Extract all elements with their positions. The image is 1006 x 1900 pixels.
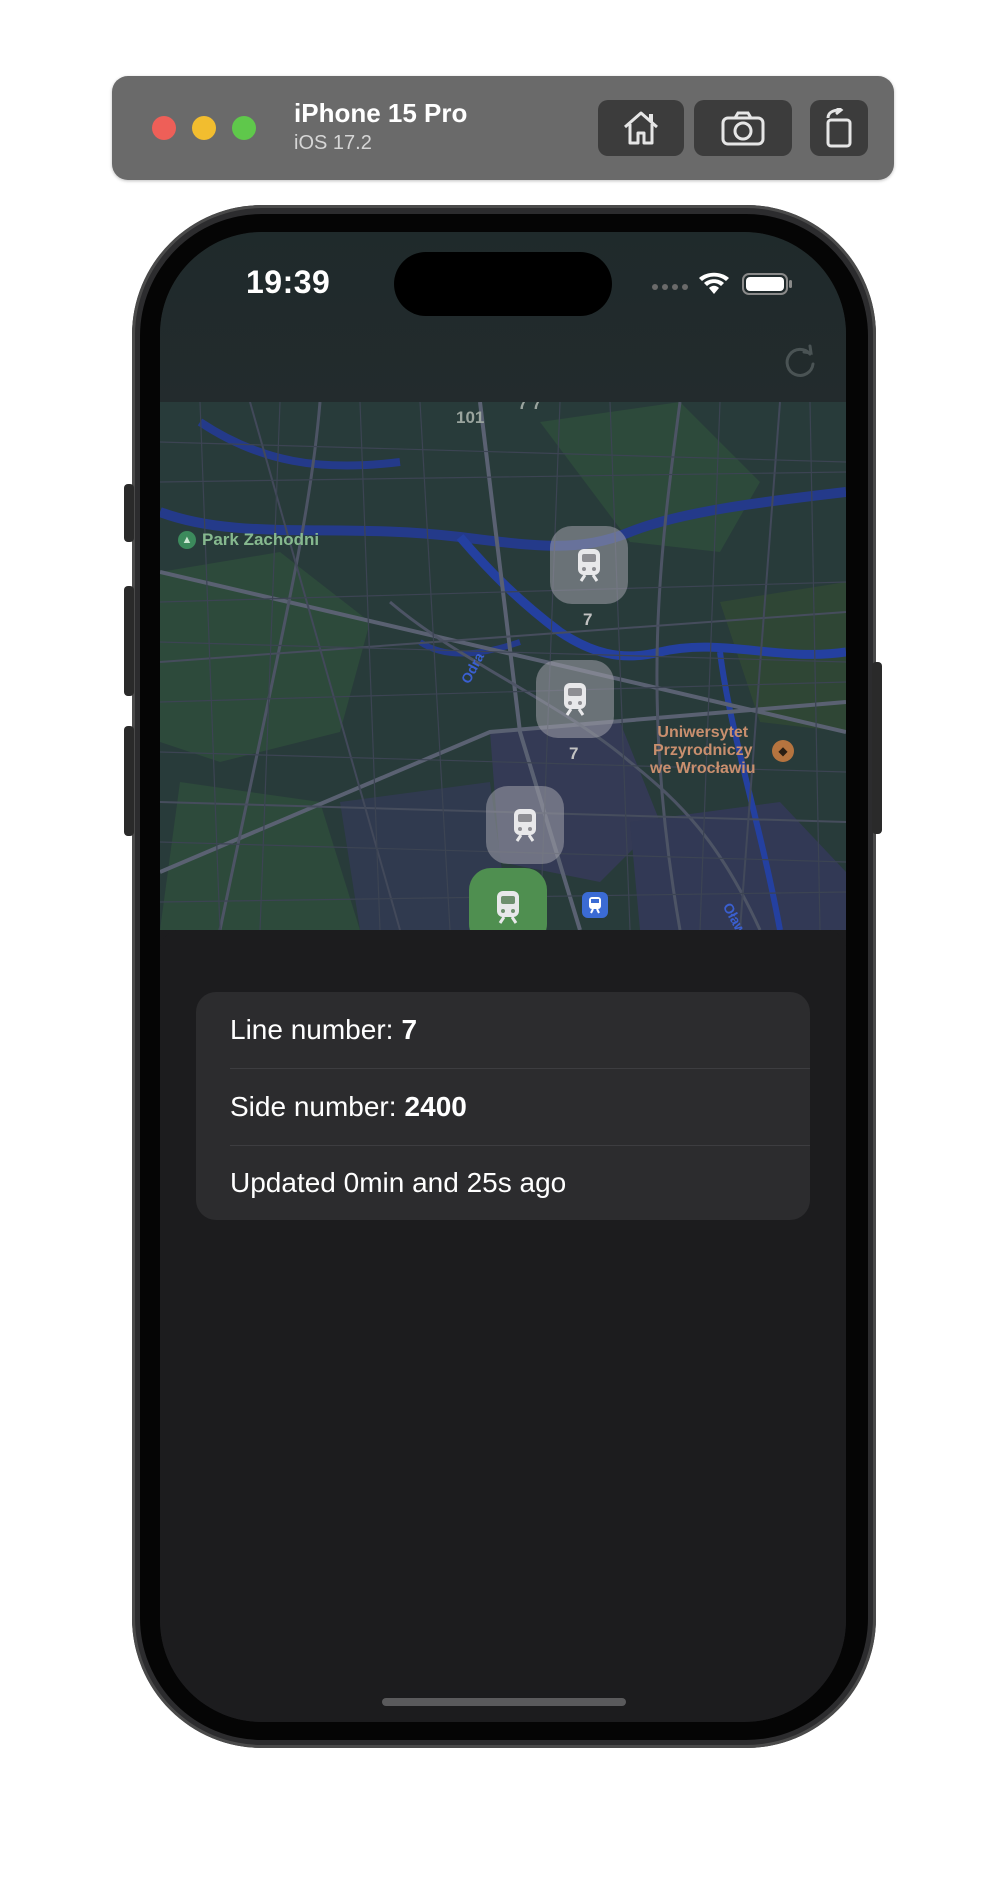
- simulator-toolbar: iPhone 15 Pro iOS 17.2: [112, 76, 894, 180]
- poi-park-zachodni[interactable]: ▲ Park Zachodni: [178, 530, 319, 550]
- vehicle-details-card: Line number: 7 Side number: 2400 Updated…: [196, 992, 810, 1220]
- poi-university[interactable]: Uniwersytet Przyrodniczy we Wrocławiu: [650, 724, 756, 778]
- cellular-signal-icon: [652, 284, 688, 290]
- volume-up-button[interactable]: [124, 586, 134, 696]
- tram-icon: [514, 809, 536, 842]
- updated-text: Updated 0min and 25s ago: [230, 1167, 567, 1198]
- tram-icon: [497, 891, 519, 924]
- line-number-row: Line number: 7: [230, 992, 810, 1068]
- tram-line-label: 7: [583, 610, 593, 629]
- line-number-label: Line number:: [230, 1014, 394, 1045]
- phone-screen: 19:39 101 7 7 Odra Oława ▲ Park Zachodni…: [160, 232, 846, 1722]
- battery-icon: [742, 273, 792, 295]
- dynamic-island: [394, 252, 612, 316]
- simulator-device-name: iPhone 15 Pro: [294, 98, 468, 128]
- train-icon: [589, 897, 601, 914]
- rotate-button[interactable]: [810, 100, 868, 156]
- side-number-row: Side number: 2400: [230, 1069, 810, 1145]
- graduation-cap-icon: ◆: [772, 740, 794, 762]
- status-time: 19:39: [246, 264, 331, 300]
- tram-marker[interactable]: [536, 660, 614, 738]
- simulator-os-version: iOS 17.2: [294, 132, 372, 154]
- action-button[interactable]: [124, 484, 134, 542]
- power-button[interactable]: [872, 662, 882, 834]
- screenshot-button[interactable]: [694, 100, 792, 156]
- zoom-window-button[interactable]: [232, 116, 256, 140]
- volume-down-button[interactable]: [124, 726, 134, 836]
- side-number-value: 2400: [404, 1091, 467, 1122]
- tram-marker[interactable]: [486, 786, 564, 864]
- refresh-icon[interactable]: [780, 342, 820, 382]
- map-view[interactable]: 101 7 7 Odra Oława ▲ Park Zachodni Uniwe…: [160, 402, 846, 930]
- tram-icon: [578, 549, 600, 582]
- poi-university-line3: we Wrocławiu: [650, 760, 756, 777]
- line-number-value: 7: [401, 1014, 418, 1045]
- side-number-label: Side number:: [230, 1091, 397, 1122]
- poi-university-line1: Uniwersytet: [657, 724, 749, 741]
- tram-icon: [564, 683, 586, 716]
- home-indicator[interactable]: [382, 1698, 626, 1706]
- route-label-7: 7 7: [518, 402, 542, 413]
- train-station-icon[interactable]: [582, 892, 608, 918]
- tram-line-label: 7: [569, 744, 579, 763]
- home-icon: [624, 111, 658, 145]
- route-label-101: 101: [456, 408, 485, 427]
- selected-tram-marker[interactable]: [469, 868, 547, 930]
- wifi-icon: [699, 272, 729, 294]
- close-window-button[interactable]: [152, 116, 176, 140]
- navigation-bar: 19:39: [160, 232, 846, 402]
- vehicle-details-sheet: Line number: 7 Side number: 2400 Updated…: [160, 930, 846, 1722]
- poi-university-line2: Przyrodniczy: [652, 742, 753, 759]
- poi-park-label: Park Zachodni: [202, 530, 320, 549]
- rotate-icon: [826, 108, 852, 148]
- tram-marker[interactable]: [550, 526, 628, 604]
- updated-row: Updated 0min and 25s ago: [230, 1145, 810, 1221]
- home-button[interactable]: [598, 100, 684, 156]
- tree-icon: ▲: [178, 531, 196, 549]
- minimize-window-button[interactable]: [192, 116, 216, 140]
- screenshot-icon: [721, 111, 765, 146]
